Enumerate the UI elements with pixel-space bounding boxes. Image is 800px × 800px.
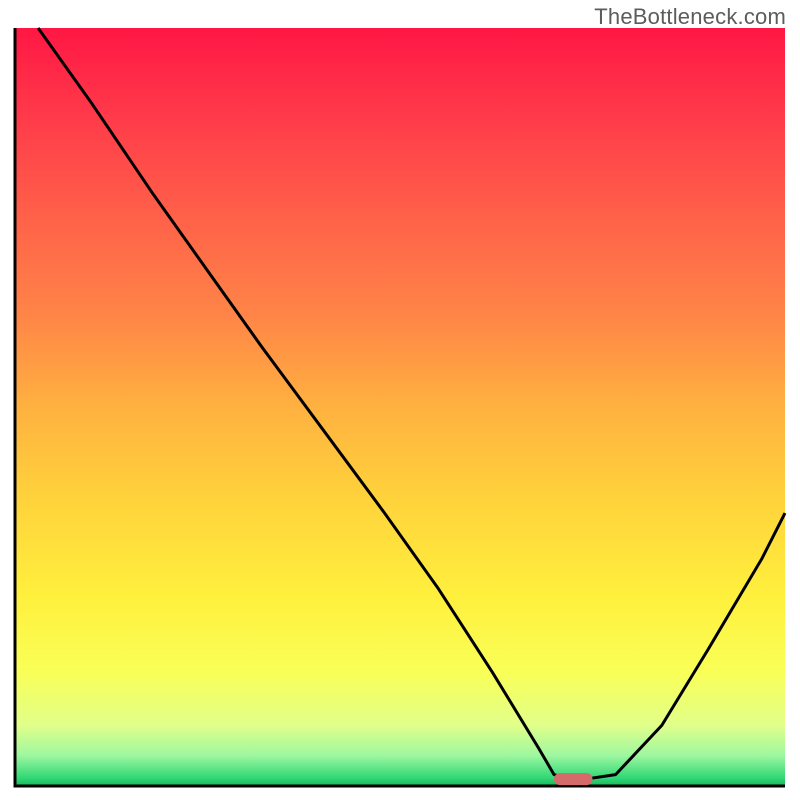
sweet-spot-marker	[554, 773, 593, 785]
chart-container: TheBottleneck.com	[0, 0, 800, 800]
bottleneck-chart	[0, 0, 800, 800]
gradient-background	[15, 28, 785, 786]
